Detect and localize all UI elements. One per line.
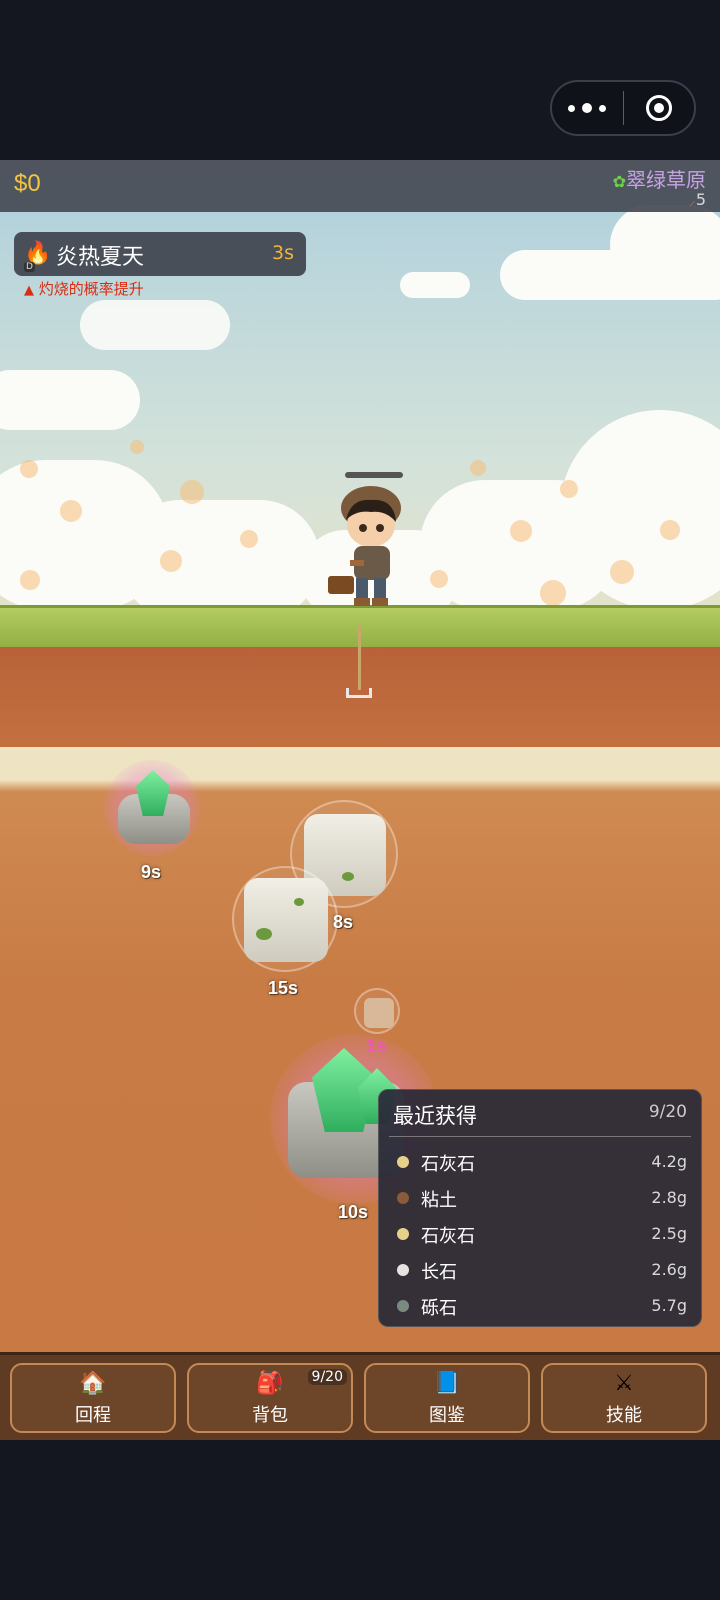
weather-panel[interactable]: 🔥 D 炎热夏天 3s: [14, 232, 306, 276]
cloud: [610, 205, 720, 285]
mining-hook: [346, 688, 372, 698]
nav-label: 回程: [75, 1405, 111, 1426]
heat-particle: [20, 460, 38, 478]
limestone-icon: [397, 1156, 409, 1168]
list-item: 长石 2.6g: [393, 1256, 687, 1286]
heat-particle: [660, 520, 680, 540]
weather-badge: D: [24, 262, 35, 272]
item-name: 粘土: [421, 1190, 457, 1211]
item-weight: 4.2g: [651, 1152, 687, 1171]
stone-block: [364, 998, 394, 1028]
feldspar-icon: [397, 1264, 409, 1276]
heat-particle: [430, 570, 448, 588]
stone-block: [244, 878, 328, 962]
mining-rope: [358, 626, 361, 690]
heat-particle: [60, 500, 82, 522]
backpack-button[interactable]: 🎒 背包 9/20: [187, 1363, 353, 1433]
zone-name-label: 翠绿草原: [626, 168, 706, 192]
heat-particle: [240, 530, 258, 548]
ore-timer: 15s: [268, 978, 299, 998]
cloud: [120, 500, 320, 620]
nav-label: 背包: [252, 1405, 288, 1426]
clay-icon: [397, 1192, 409, 1204]
zone-level-value: 5: [695, 190, 706, 209]
status-bar: $0 ✿翠绿草原 ⸝5: [0, 160, 720, 212]
weather-name: 炎热夏天: [56, 245, 145, 270]
item-weight: 2.5g: [651, 1224, 687, 1243]
item-weight: 2.8g: [651, 1188, 687, 1207]
zone-level: ⸝5: [689, 190, 706, 210]
item-weight: 5.7g: [651, 1296, 687, 1315]
backpack-count-badge: 9/20: [307, 1369, 347, 1385]
heat-particle: [610, 560, 634, 584]
weather-timer: 3s: [272, 242, 294, 264]
recent-title: 最近获得: [393, 1104, 477, 1128]
ore-timer: 9s: [141, 862, 162, 882]
item-weight: 2.6g: [651, 1260, 687, 1279]
heat-particle: [20, 570, 40, 590]
heat-particle: [180, 480, 204, 504]
house-icon: 🏠: [79, 1371, 107, 1396]
limestone-icon: [397, 1228, 409, 1240]
heat-particle: [540, 580, 566, 606]
list-item: 石灰石 4.2g: [393, 1148, 687, 1178]
miniprogram-capsule: [550, 80, 696, 136]
list-item: 粘土 2.8g: [393, 1184, 687, 1214]
player-hp-bar: [345, 472, 403, 478]
warning-triangle-icon: ▲: [24, 283, 34, 298]
ore-timer: 10s: [338, 1202, 369, 1222]
heat-particle: [470, 460, 486, 476]
bottom-nav: 🏠 回程 🎒 背包 9/20 📘 图鉴 ⚔ 技能: [0, 1352, 720, 1443]
moss-spot: [294, 898, 304, 906]
money-counter: $0: [14, 170, 41, 197]
nav-label: 技能: [606, 1405, 642, 1426]
divider: [389, 1136, 691, 1137]
recent-loot-panel: 最近获得 9/20 石灰石 4.2g 粘土 2.8g 石灰石 2.5g 长石 2…: [378, 1089, 702, 1327]
cloud: [0, 370, 140, 430]
moss-spot: [342, 872, 354, 881]
moss-spot: [256, 928, 272, 940]
cloud: [80, 300, 230, 350]
crossed-swords-icon: ⚔: [614, 1371, 634, 1396]
more-menu-icon[interactable]: [552, 103, 623, 113]
nav-label: 图鉴: [429, 1405, 465, 1426]
book-icon: 📘: [433, 1371, 461, 1396]
recent-count: 9/20: [648, 1102, 687, 1122]
item-name: 砾石: [421, 1298, 457, 1319]
cloud: [400, 272, 470, 298]
gravel-icon: [397, 1300, 409, 1312]
item-name: 石灰石: [421, 1226, 475, 1247]
skills-button[interactable]: ⚔ 技能: [541, 1363, 707, 1433]
grass-icon: ✿: [612, 172, 626, 191]
ore-small-stone[interactable]: [354, 988, 400, 1034]
weather-effect: ▲ 灼烧的概率提升: [24, 278, 144, 299]
item-name: 长石: [421, 1262, 457, 1283]
ore-mossy-stone[interactable]: [232, 866, 338, 972]
weather-effect-text: 灼烧的概率提升: [38, 280, 144, 298]
ore-green-crystal[interactable]: [104, 760, 200, 856]
system-bottom-area: [0, 1440, 720, 1600]
collection-button[interactable]: 📘 图鉴: [364, 1363, 530, 1433]
heat-particle: [160, 550, 182, 572]
heat-particle: [510, 520, 532, 542]
item-name: 石灰石: [421, 1154, 475, 1175]
pickaxe-icon: ⸝: [688, 193, 696, 209]
list-item: 石灰石 2.5g: [393, 1220, 687, 1250]
return-button[interactable]: 🏠 回程: [10, 1363, 176, 1433]
heat-particle: [560, 480, 578, 498]
list-item: 砾石 5.7g: [393, 1292, 687, 1322]
close-miniprogram-icon[interactable]: [624, 95, 695, 121]
zone-name[interactable]: ✿翠绿草原: [613, 164, 706, 193]
heat-particle: [130, 440, 144, 454]
miner-character[interactable]: [326, 480, 416, 610]
